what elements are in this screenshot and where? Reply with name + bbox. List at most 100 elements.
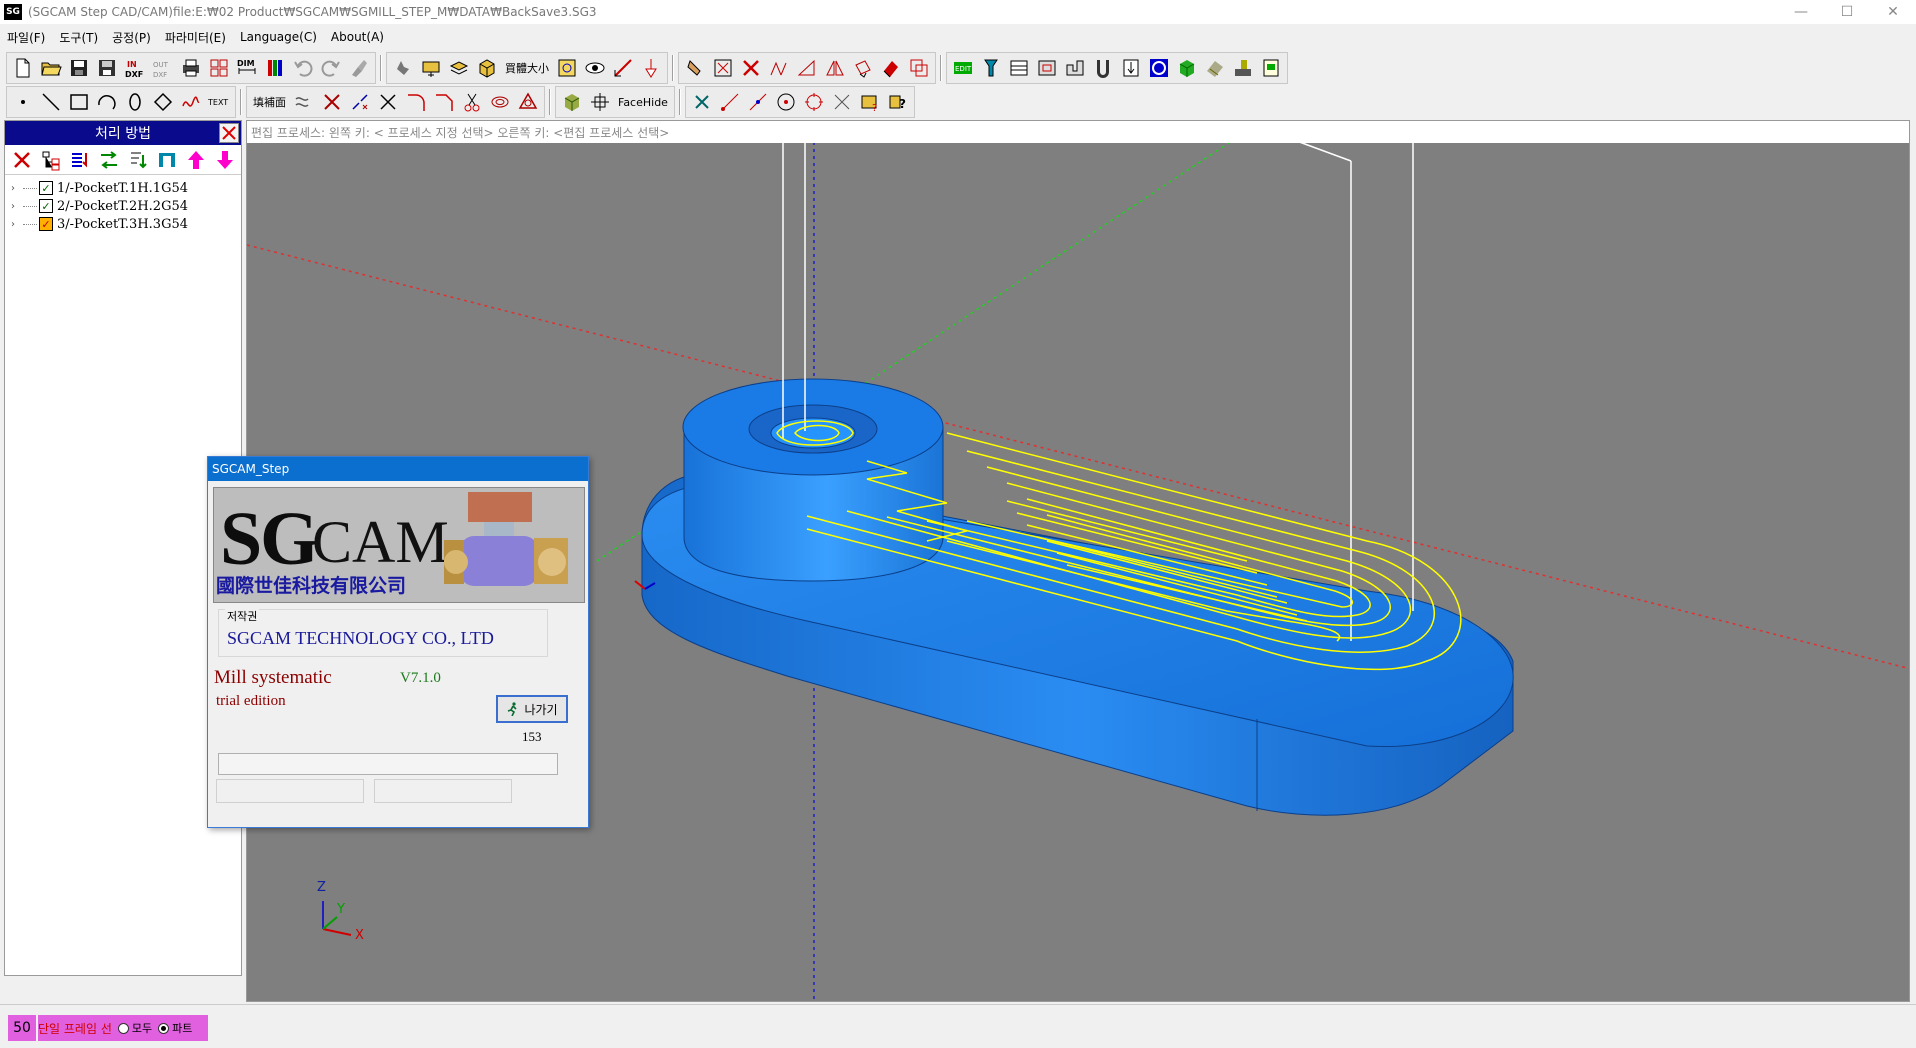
view-layer-button[interactable] [445,54,473,82]
out-dxf-button[interactable]: OUT DXF [149,54,177,82]
fillet-button[interactable] [402,88,430,116]
open-file-button[interactable] [37,54,65,82]
facehide-button[interactable]: FaceHide [614,88,672,116]
scale-button[interactable] [793,54,821,82]
edit-nc-button[interactable]: EDIT [949,54,977,82]
tree-item[interactable]: › ✓ 3/-PocketT.3H.3G54 [11,215,235,233]
redo-button[interactable] [317,54,345,82]
close-window-button[interactable]: ✕ [1870,0,1916,24]
boundary-button[interactable] [514,88,542,116]
menu-about[interactable]: About(A) [324,30,391,44]
snap-quad-button[interactable] [800,88,828,116]
break-button[interactable] [346,88,374,116]
solid-view-button[interactable] [558,88,586,116]
point-button[interactable] [9,88,37,116]
face-mill-button[interactable] [1005,54,1033,82]
trim-button[interactable] [318,88,346,116]
polygon-button[interactable] [149,88,177,116]
save-button[interactable] [65,54,93,82]
menu-language[interactable]: Language(C) [233,30,324,44]
pick-tool-button[interactable] [681,54,709,82]
fill-face-button[interactable]: 填補面 [249,88,290,116]
new-file-button[interactable] [9,54,37,82]
process-tree-button[interactable] [36,146,65,174]
zoom-fit-button[interactable] [553,54,581,82]
view-box-button[interactable] [417,54,445,82]
arc-button[interactable] [93,88,121,116]
print-button[interactable] [177,54,205,82]
pan-button[interactable] [586,88,614,116]
save-as-button[interactable] [93,54,121,82]
maximize-button[interactable]: ☐ [1824,0,1870,24]
gcode-button[interactable] [1145,54,1173,82]
menu-tools[interactable]: 도구(T) [52,29,105,46]
process-copy-button[interactable] [152,146,181,174]
process-checkbox[interactable]: ✓ [39,181,53,195]
stock-button[interactable] [1173,54,1201,82]
radio-part[interactable]: 파트 [158,1020,192,1036]
snap-mid-button[interactable] [744,88,772,116]
chamfer-button[interactable] [430,88,458,116]
menu-file[interactable]: 파일(F) [0,29,52,46]
menu-parameters[interactable]: 파라미터(E) [158,29,233,46]
offset-button[interactable] [486,88,514,116]
mirror-button[interactable] [765,54,793,82]
snap-end-button[interactable] [716,88,744,116]
process-list-button[interactable] [65,146,94,174]
view-eye-button[interactable] [581,54,609,82]
layout-button[interactable] [205,54,233,82]
dimension-button[interactable]: DIM [233,54,261,82]
process-sort-button[interactable] [123,146,152,174]
ellipse-button[interactable] [121,88,149,116]
move-down-button[interactable] [210,146,239,174]
drill-button[interactable] [1117,54,1145,82]
brush-button[interactable] [345,54,373,82]
tree-item[interactable]: › ✓ 2/-PocketT.2H.2G54 [11,197,235,215]
spline-button[interactable] [177,88,205,116]
copy-button[interactable] [905,54,933,82]
cut-button[interactable] [458,88,486,116]
expand-icon[interactable]: › [11,201,21,212]
snap-clear-button[interactable] [688,88,716,116]
snap-intersect-button[interactable] [828,88,856,116]
part-size-label[interactable]: 買體大小 [501,54,553,82]
simulate-button[interactable] [1201,54,1229,82]
chain-button[interactable] [290,88,318,116]
view-cube-button[interactable] [473,54,501,82]
minimize-button[interactable]: — [1778,0,1824,24]
slot-button[interactable] [1089,54,1117,82]
expand-icon[interactable]: › [11,183,21,194]
tool-library-button[interactable] [977,54,1005,82]
delete-process-button[interactable] [7,146,36,174]
contour-button[interactable] [1061,54,1089,82]
intersect-button[interactable] [374,88,402,116]
rotate-button[interactable] [849,54,877,82]
rectangle-button[interactable] [65,88,93,116]
snap-help-button[interactable]: ? [856,88,884,116]
eraser-button[interactable] [877,54,905,82]
process-checkbox[interactable]: ✓ [39,217,53,231]
in-dxf-button[interactable]: IN DXF [121,54,149,82]
process-checkbox[interactable]: ✓ [39,199,53,213]
color-button[interactable] [261,54,289,82]
delete-button[interactable] [737,54,765,82]
report-button[interactable] [1257,54,1285,82]
line-button[interactable] [37,88,65,116]
menu-process[interactable]: 공정(P) [105,29,158,46]
radio-all[interactable]: 모두 [117,1020,152,1036]
pocket-button[interactable] [1033,54,1061,82]
move-up-button[interactable] [181,146,210,174]
expand-icon[interactable]: › [11,219,21,230]
measure-button[interactable] [609,54,637,82]
machine-button[interactable] [1229,54,1257,82]
help-button[interactable]: ? [884,88,912,116]
exit-button[interactable]: 나가기 [496,695,568,723]
panel-close-button[interactable] [219,123,239,143]
snap-button[interactable] [637,54,665,82]
text-button[interactable]: TEXT [205,88,233,116]
view-select-button[interactable] [389,54,417,82]
flip-button[interactable] [821,54,849,82]
tree-item[interactable]: › ✓ 1/-PocketT.1H.1G54 [11,179,235,197]
snap-center-button[interactable] [772,88,800,116]
undo-button[interactable] [289,54,317,82]
